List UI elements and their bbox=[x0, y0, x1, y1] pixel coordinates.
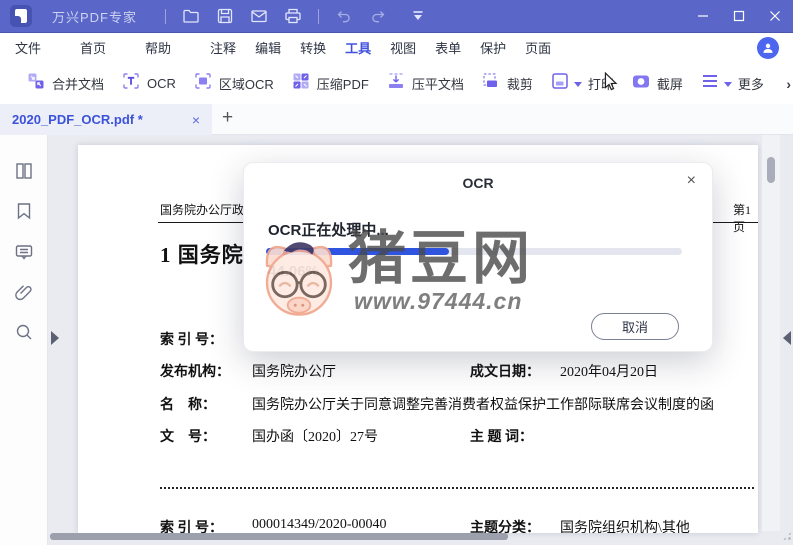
save-icon[interactable] bbox=[208, 0, 242, 33]
merge-docs-icon bbox=[26, 71, 46, 96]
more-dropdown-caret-icon[interactable] bbox=[724, 82, 732, 87]
menu-file[interactable]: 文件 bbox=[15, 38, 41, 57]
toolbar-ocr[interactable]: OCR bbox=[121, 71, 176, 96]
dialog-title: OCR bbox=[244, 175, 712, 191]
ocr-dialog: OCR × OCR正在处理中... 44.06% 取消 bbox=[243, 162, 713, 352]
menu-tools[interactable]: 工具 bbox=[345, 38, 371, 57]
progress-percent: 44.06% bbox=[268, 263, 319, 280]
toolbar-more[interactable]: 更多 bbox=[700, 71, 764, 96]
more-icon bbox=[700, 71, 720, 96]
toolbar-screenshot[interactable]: 截屏 bbox=[631, 71, 683, 96]
toolbar-merge-docs[interactable]: 合并文档 bbox=[26, 71, 104, 96]
tab-title: 2020_PDF_OCR.pdf * bbox=[12, 112, 192, 127]
menu-page[interactable]: 页面 bbox=[525, 38, 551, 57]
toolbar-expand-chevron-icon[interactable]: › bbox=[786, 76, 791, 92]
menu-home[interactable]: 首页 bbox=[80, 38, 106, 57]
new-tab-button[interactable]: + bbox=[222, 107, 233, 129]
dialog-close-icon[interactable]: × bbox=[687, 173, 696, 189]
menubar: 文件 首页 帮助 注释 编辑 转换 工具 视图 表单 保护 页面 bbox=[0, 33, 793, 62]
document-tab[interactable]: 2020_PDF_OCR.pdf * × bbox=[0, 104, 212, 135]
comment-icon[interactable] bbox=[14, 242, 34, 267]
close-button[interactable] bbox=[757, 0, 793, 33]
titlebar-separator bbox=[165, 9, 166, 24]
titlebar-separator bbox=[318, 9, 319, 24]
tabbar: 2020_PDF_OCR.pdf * × + bbox=[0, 104, 793, 135]
mouse-cursor-icon bbox=[602, 72, 620, 92]
vertical-scrollbar[interactable] bbox=[762, 135, 780, 531]
toolbar-crop[interactable]: 裁剪 bbox=[481, 71, 533, 96]
tab-close-icon[interactable]: × bbox=[192, 112, 200, 128]
collapse-toolbar-icon[interactable] bbox=[401, 0, 435, 33]
left-sidebar bbox=[0, 135, 48, 545]
thumbnails-icon[interactable] bbox=[14, 161, 34, 186]
compress-pdf-icon bbox=[291, 71, 311, 96]
print-doc-icon bbox=[550, 71, 570, 96]
attachment-icon[interactable] bbox=[14, 282, 34, 307]
region-ocr-icon bbox=[193, 71, 213, 96]
email-icon[interactable] bbox=[242, 0, 276, 33]
cancel-button[interactable]: 取消 bbox=[591, 313, 679, 340]
undo-icon[interactable] bbox=[327, 0, 361, 33]
dotted-separator bbox=[160, 487, 754, 489]
app-logo-icon bbox=[10, 5, 32, 27]
ocr-status-text: OCR正在处理中... bbox=[268, 219, 389, 240]
folder-open-icon[interactable] bbox=[174, 0, 208, 33]
menu-help[interactable]: 帮助 bbox=[145, 38, 171, 57]
menu-protect[interactable]: 保护 bbox=[480, 38, 506, 57]
maximize-button[interactable] bbox=[721, 0, 757, 33]
bookmark-icon[interactable] bbox=[14, 201, 34, 226]
menu-form[interactable]: 表单 bbox=[435, 38, 461, 57]
app-title: 万兴PDF专家 bbox=[52, 7, 137, 26]
vertical-scrollbar-thumb[interactable] bbox=[767, 157, 775, 183]
menu-convert[interactable]: 转换 bbox=[300, 38, 326, 57]
flatten-doc-icon bbox=[386, 71, 406, 96]
toolbar-region-ocr[interactable]: 区域OCR bbox=[193, 71, 274, 96]
print-icon[interactable] bbox=[276, 0, 310, 33]
menu-comment[interactable]: 注释 bbox=[210, 38, 236, 57]
minimize-button[interactable] bbox=[685, 0, 721, 33]
toolbar-compress-pdf[interactable]: 压缩PDF bbox=[291, 71, 369, 96]
menu-view[interactable]: 视图 bbox=[390, 38, 416, 57]
page-header-right: 第1页 bbox=[733, 201, 758, 235]
progress-bar bbox=[266, 248, 682, 255]
document-heading: 1 国务院 bbox=[160, 239, 244, 269]
right-panel-expand-handle[interactable] bbox=[783, 331, 791, 345]
crop-icon bbox=[481, 71, 501, 96]
toolbar-flatten-doc[interactable]: 压平文档 bbox=[386, 71, 464, 96]
search-icon[interactable] bbox=[14, 322, 34, 347]
screenshot-icon bbox=[631, 71, 651, 96]
page-header-left: 国务院办公厅政 bbox=[160, 201, 244, 218]
ocr-icon bbox=[121, 71, 141, 96]
sidebar-expand-handle[interactable] bbox=[51, 331, 59, 345]
toolbar: 合并文档 OCR 区域OCR 压缩PDF 压平文档 裁剪 打印 截屏 更多 bbox=[0, 62, 793, 104]
menu-edit[interactable]: 编辑 bbox=[255, 38, 281, 57]
horizontal-scrollbar-thumb[interactable] bbox=[50, 533, 508, 540]
print-dropdown-caret-icon[interactable] bbox=[574, 82, 582, 87]
redo-icon[interactable] bbox=[361, 0, 395, 33]
window-resize-grip[interactable] bbox=[782, 531, 792, 541]
account-avatar[interactable] bbox=[757, 37, 779, 59]
progress-fill bbox=[266, 248, 449, 255]
titlebar: 万兴PDF专家 bbox=[0, 0, 793, 33]
